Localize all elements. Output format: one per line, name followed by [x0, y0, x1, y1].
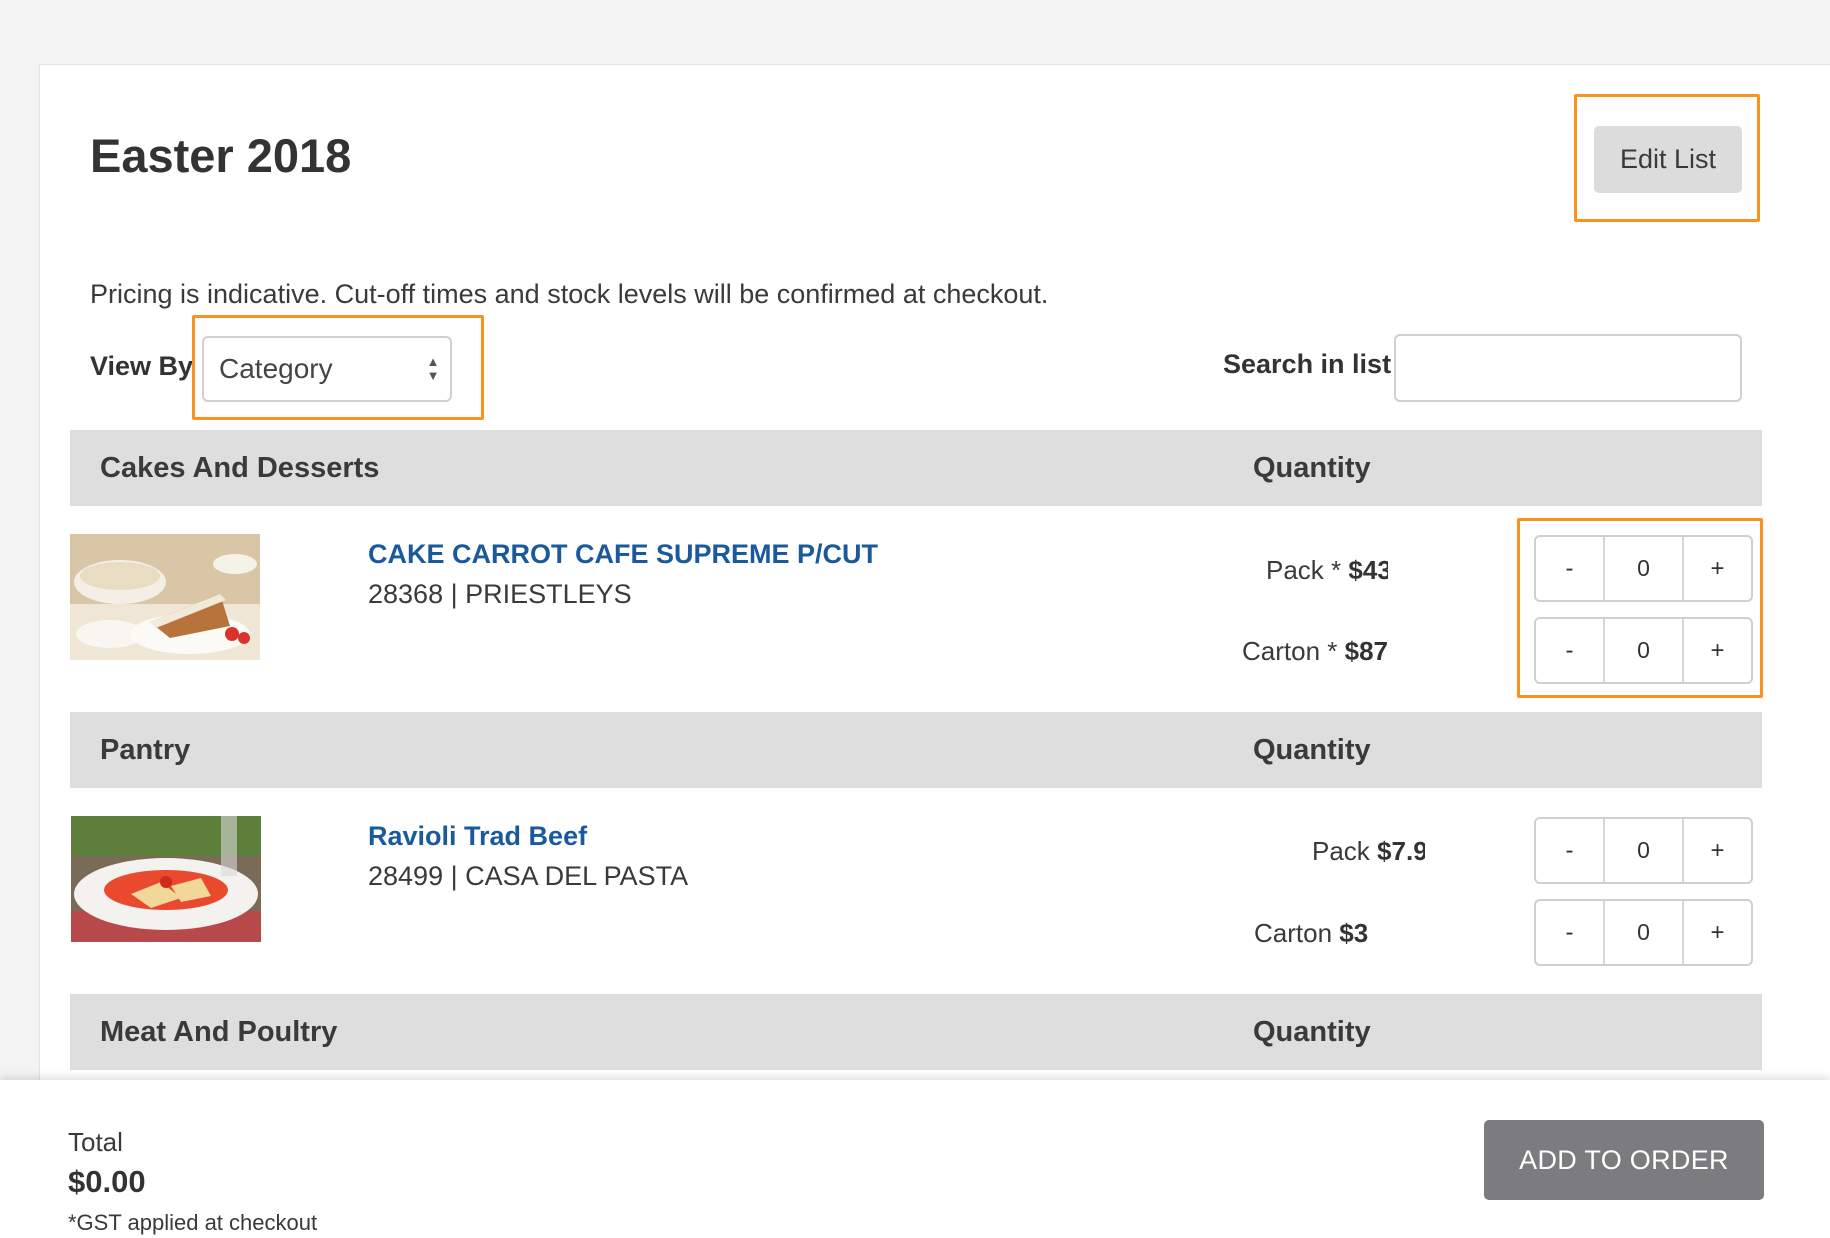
section-name: Pantry [100, 734, 191, 766]
quantity-stepper[interactable]: - 0 + [1534, 899, 1753, 966]
quantity-stepper[interactable]: - 0 + [1534, 535, 1753, 602]
unit-label: Carton [1254, 918, 1333, 948]
quantity-stepper[interactable]: - 0 + [1534, 617, 1753, 684]
unit-label: Pack [1312, 836, 1370, 866]
product-meta: 28499 | CASA DEL PASTA [368, 861, 689, 891]
pricing-disclaimer: Pricing is indicative. Cut-off times and… [90, 279, 1049, 309]
product-name-link[interactable]: Ravioli Trad Beef [368, 821, 587, 852]
add-to-order-button[interactable]: ADD TO ORDER [1484, 1120, 1764, 1200]
decrement-button[interactable]: - [1536, 901, 1605, 964]
gst-note: *GST applied at checkout [68, 1210, 318, 1235]
view-by-select[interactable]: Category ▲ ▼ [202, 336, 452, 402]
quantity-value[interactable]: 0 [1605, 537, 1682, 600]
section-name: Meat And Poultry [100, 1016, 338, 1048]
page-title: Easter 2018 [90, 129, 352, 182]
increment-button[interactable]: + [1682, 819, 1751, 882]
product-image-ravioli[interactable] [71, 816, 261, 942]
quantity-column-label: Quantity [1253, 1016, 1371, 1048]
price-marker: * [1331, 555, 1342, 585]
increment-button[interactable]: + [1682, 537, 1751, 600]
total-value: $0.00 [68, 1164, 146, 1199]
increment-button[interactable]: + [1682, 619, 1751, 682]
unit-label: Pack [1266, 555, 1324, 585]
section-header-meat: Meat And Poultry Quantity [70, 994, 1762, 1070]
price-value: $43 [1348, 555, 1388, 585]
search-input[interactable] [1394, 334, 1742, 402]
quantity-stepper[interactable]: - 0 + [1534, 817, 1753, 884]
section-header-pantry: Pantry Quantity [70, 712, 1762, 788]
price-pack: Pack $7.9 [1312, 831, 1425, 871]
section-header-cakes: Cakes And Desserts Quantity [70, 430, 1762, 506]
view-by-value: Category [219, 353, 333, 384]
product-image-carrot-cake[interactable] [70, 534, 260, 660]
quantity-value[interactable]: 0 [1605, 619, 1682, 682]
order-footer: Total $0.00 *GST applied at checkout ADD… [0, 1080, 1830, 1238]
total-label: Total [68, 1127, 123, 1157]
decrement-button[interactable]: - [1536, 619, 1605, 682]
select-arrows-icon: ▲ ▼ [426, 354, 440, 383]
product-name-link[interactable]: CAKE CARROT CAFE SUPREME P/CUT [368, 539, 878, 570]
quantity-column-label: Quantity [1253, 734, 1371, 766]
view-by-label: View By [90, 351, 194, 381]
unit-label: Carton [1242, 636, 1321, 666]
search-label: Search in list [1223, 349, 1392, 379]
edit-list-button[interactable]: Edit List [1594, 126, 1742, 193]
price-marker: * [1327, 636, 1338, 666]
price-pack: Pack * $43 [1266, 550, 1388, 590]
increment-button[interactable]: + [1682, 901, 1751, 964]
product-meta: 28368 | PRIESTLEYS [368, 579, 632, 609]
price-value: $87 [1344, 636, 1388, 666]
quantity-column-label: Quantity [1253, 452, 1371, 484]
decrement-button[interactable]: - [1536, 537, 1605, 600]
decrement-button[interactable]: - [1536, 819, 1605, 882]
section-name: Cakes And Desserts [100, 452, 380, 484]
quantity-value[interactable]: 0 [1605, 819, 1682, 882]
price-carton: Carton * $87 [1242, 631, 1388, 671]
price-value: $3 [1339, 918, 1369, 948]
price-carton: Carton $3 [1254, 913, 1376, 953]
quantity-value[interactable]: 0 [1605, 901, 1682, 964]
price-value: $7.9 [1377, 836, 1425, 866]
